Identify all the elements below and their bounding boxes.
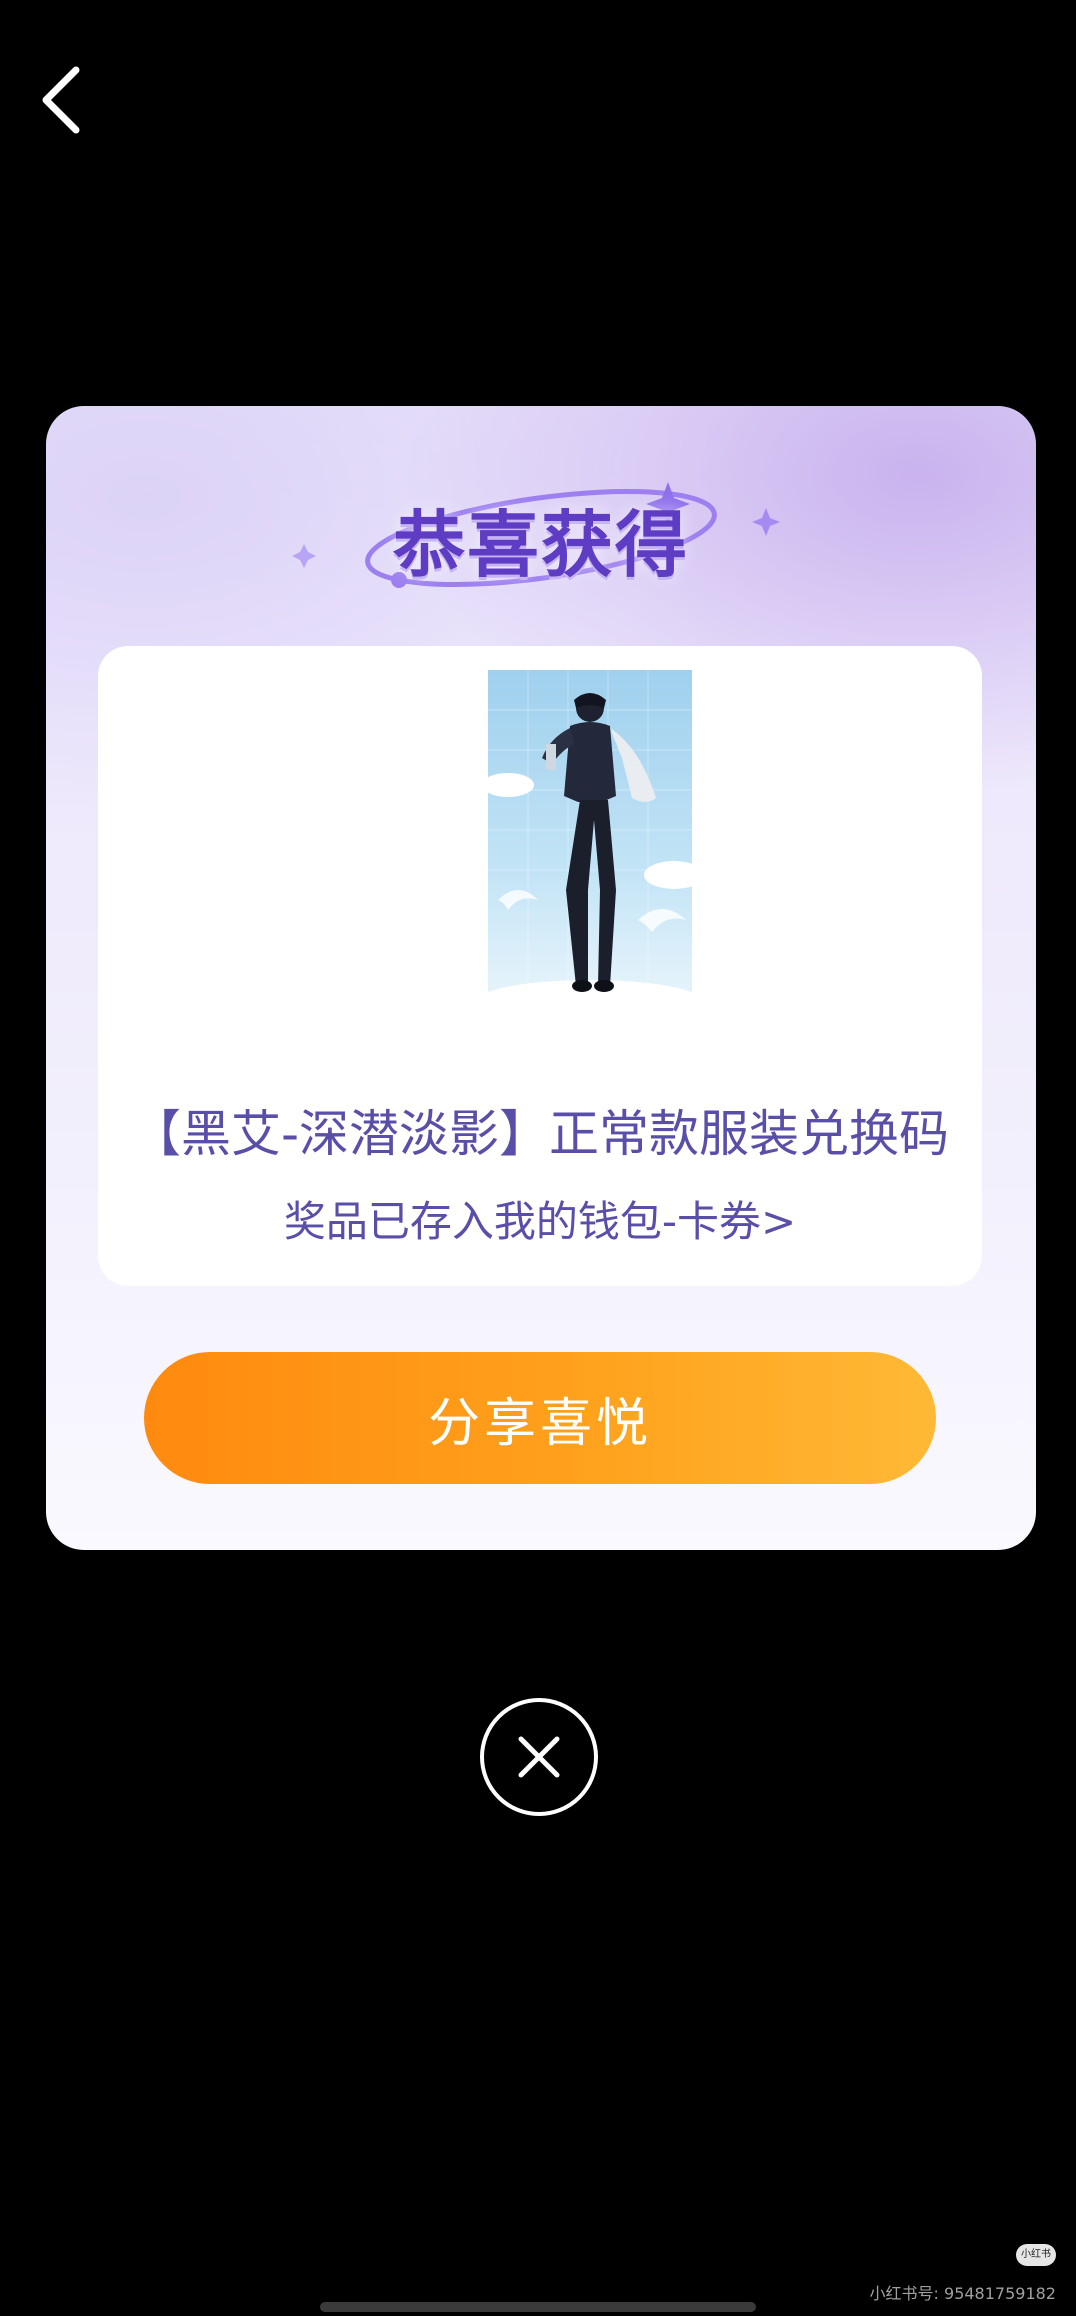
close-icon [518,1736,560,1778]
congrats-header: 恭喜获得 [46,446,1036,596]
prize-panel: 【黑艾-深潜淡影】正常款服装兑换码 奖品已存入我的钱包-卡券> [98,646,982,1286]
wallet-coupon-link[interactable]: 奖品已存入我的钱包-卡券> [98,1188,982,1249]
prize-popup: 恭喜获得 【黑艾-深潜淡影】正常款服装兑换码 奖品已存入我的钱包-卡券> 分享喜… [46,406,1036,1550]
prize-outfit-image [488,670,692,1006]
watermark-text: 小红书号: 95481759182 [869,2284,1056,2303]
share-joy-button[interactable]: 分享喜悦 [144,1352,936,1484]
chevron-left-icon [42,66,80,134]
popup-title: 恭喜获得 [392,503,689,587]
back-button[interactable] [36,62,96,138]
close-button[interactable] [480,1698,598,1816]
prize-name: 【黑艾-深潜淡影】正常款服装兑换码 [130,1105,950,1163]
xiaohongshu-logo: 小红书 [1016,2244,1056,2266]
home-indicator[interactable] [320,2302,756,2312]
